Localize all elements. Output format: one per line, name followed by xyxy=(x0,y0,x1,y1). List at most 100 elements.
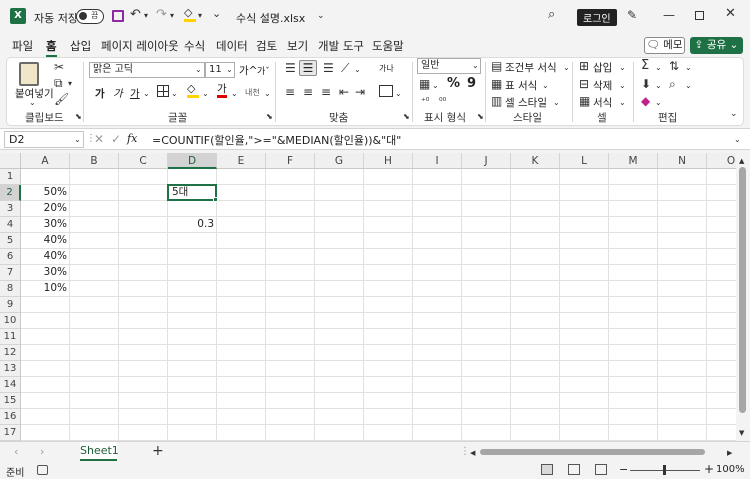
redo-icon[interactable]: ↷ xyxy=(156,8,167,21)
name-box-dropdown-icon[interactable]: ⌄ xyxy=(74,134,81,146)
cell-style-icon[interactable]: ▥ xyxy=(491,95,502,107)
border-icon[interactable] xyxy=(157,85,169,97)
cell-a8[interactable]: 10% xyxy=(21,281,70,297)
fill-dropdown-icon[interactable]: ⌄ xyxy=(655,80,662,92)
search-icon[interactable]: ⌕ xyxy=(548,8,555,21)
column-header-h[interactable]: H xyxy=(364,153,413,169)
decrease-decimal-icon[interactable]: ⁰⁰ xyxy=(439,96,446,108)
delete-cells-button[interactable]: 삭제 xyxy=(593,78,612,93)
column-header-j[interactable]: J xyxy=(462,153,511,169)
row-header-3[interactable]: 3 xyxy=(0,201,21,217)
row-header-17[interactable]: 17 xyxy=(0,425,21,441)
column-header-a[interactable]: A xyxy=(21,153,70,169)
sheet-tab-sheet1[interactable]: Sheet1 xyxy=(80,442,119,461)
border-dropdown-icon[interactable]: ⌄ xyxy=(171,88,178,100)
clear-dropdown-icon[interactable]: ⌄ xyxy=(655,97,662,109)
menu-help[interactable]: 도움말 xyxy=(372,38,404,54)
comma-button[interactable]: 9 xyxy=(467,76,476,91)
fill-icon[interactable]: ⬇ xyxy=(641,78,651,90)
horizontal-scroll-thumb[interactable] xyxy=(480,449,705,455)
sort-filter-dropdown-icon[interactable]: ⌄ xyxy=(685,62,692,74)
italic-button[interactable]: 가 xyxy=(113,86,123,101)
cell-a7[interactable]: 30% xyxy=(21,265,70,281)
cell-style-dropdown-icon[interactable]: ⌄ xyxy=(553,97,560,109)
row-header-7[interactable]: 7 xyxy=(0,265,21,281)
clear-icon[interactable]: ◆ xyxy=(641,95,650,107)
insert-cells-button[interactable]: 삽입 xyxy=(593,60,612,75)
ribbon-collapse-icon[interactable]: ⌄ xyxy=(730,108,738,120)
number-launcher-icon[interactable]: ⬊ xyxy=(477,111,484,123)
menu-page-layout[interactable]: 페이지 레이아웃 xyxy=(101,38,179,54)
column-header-e[interactable]: E xyxy=(217,153,266,169)
phonetic-icon[interactable]: 내천 xyxy=(245,87,260,98)
format-cells-dropdown-icon[interactable]: ⌄ xyxy=(619,97,626,109)
clipboard-launcher-icon[interactable]: ⬊ xyxy=(75,111,82,123)
insert-cells-dropdown-icon[interactable]: ⌄ xyxy=(619,62,626,74)
column-header-o[interactable]: O xyxy=(707,153,736,169)
next-sheet-icon[interactable]: › xyxy=(40,446,44,458)
column-header-l[interactable]: L xyxy=(560,153,609,169)
row-header-16[interactable]: 16 xyxy=(0,409,21,425)
font-color-icon[interactable]: 가 xyxy=(217,84,227,98)
bold-button[interactable]: 가 xyxy=(95,86,105,101)
row-header-6[interactable]: 6 xyxy=(0,249,21,265)
table-format-button[interactable]: 표 서식 xyxy=(505,78,537,93)
cell-d2[interactable]: 5대 xyxy=(167,184,217,201)
insert-cells-icon[interactable]: ⊞ xyxy=(579,60,589,72)
conditional-format-icon[interactable]: ▤ xyxy=(491,60,502,72)
cell-d4[interactable]: 0.3 xyxy=(168,217,217,233)
add-sheet-button[interactable]: + xyxy=(152,444,164,458)
row-header-15[interactable]: 15 xyxy=(0,393,21,409)
align-center-icon[interactable]: ≡ xyxy=(303,86,313,98)
accounting-icon[interactable]: ▦ xyxy=(419,78,430,90)
align-left-icon[interactable]: ≡ xyxy=(285,86,295,98)
row-header-9[interactable]: 9 xyxy=(0,297,21,313)
align-top-icon[interactable]: ☰ xyxy=(285,62,296,74)
select-all-corner[interactable] xyxy=(0,153,21,169)
fill-color-quick-icon[interactable]: ◇ xyxy=(184,7,196,22)
delete-cells-dropdown-icon[interactable]: ⌄ xyxy=(619,80,626,92)
memo-button[interactable]: 🗨 메모 xyxy=(644,37,685,54)
maximize-icon[interactable] xyxy=(695,11,704,20)
scroll-up-icon[interactable]: ▲ xyxy=(739,155,744,167)
menu-view[interactable]: 보기 xyxy=(287,38,308,54)
menu-review[interactable]: 검토 xyxy=(256,38,277,54)
table-format-icon[interactable]: ▦ xyxy=(491,78,502,90)
font-launcher-icon[interactable]: ⬊ xyxy=(266,111,273,123)
alignment-launcher-icon[interactable]: ⬊ xyxy=(403,111,410,123)
row-header-2[interactable]: 2 xyxy=(0,185,21,201)
row-header-10[interactable]: 10 xyxy=(0,313,21,329)
menu-data[interactable]: 데이터 xyxy=(216,38,248,54)
font-color-dropdown-icon[interactable]: ⌄ xyxy=(231,88,238,100)
table-format-dropdown-icon[interactable]: ⌄ xyxy=(542,80,549,92)
fill-color-dropdown-icon[interactable]: ▾ xyxy=(198,10,202,22)
expand-formula-icon[interactable]: ⌄ xyxy=(734,134,741,146)
align-right-icon[interactable]: ≡ xyxy=(321,86,331,98)
wrap-text-icon[interactable]: 가나 xyxy=(379,63,394,74)
column-header-c[interactable]: C xyxy=(119,153,168,169)
cell-a4[interactable]: 30% xyxy=(21,217,70,233)
prev-sheet-icon[interactable]: ‹ xyxy=(14,446,18,458)
share-button[interactable]: ⇪ 공유 ⌄ xyxy=(690,37,743,54)
enter-formula-icon[interactable]: ✓ xyxy=(111,133,121,145)
row-header-5[interactable]: 5 xyxy=(0,233,21,249)
find-select-dropdown-icon[interactable]: ⌄ xyxy=(685,80,692,92)
find-select-icon[interactable]: ⌕ xyxy=(669,78,676,90)
login-button[interactable]: 로그인 xyxy=(577,9,617,26)
fill-color-icon[interactable]: ◇ xyxy=(187,83,199,98)
page-break-view-icon[interactable] xyxy=(595,464,607,475)
customize-toolbar-icon[interactable]: ⌄ xyxy=(212,8,221,20)
zoom-slider-thumb[interactable] xyxy=(663,465,666,475)
align-middle-icon[interactable]: ☰ xyxy=(299,60,317,76)
row-header-14[interactable]: 14 xyxy=(0,377,21,393)
merge-center-icon[interactable] xyxy=(379,85,393,97)
undo-dropdown-icon[interactable]: ▾ xyxy=(144,10,148,22)
zoom-in-button[interactable]: + xyxy=(704,462,714,476)
accessibility-icon[interactable] xyxy=(37,465,48,475)
scroll-right-icon[interactable]: ▶ xyxy=(727,447,732,459)
save-icon[interactable] xyxy=(112,10,124,22)
pen-icon[interactable]: ✎ xyxy=(627,9,637,21)
menu-developer[interactable]: 개발 도구 xyxy=(318,38,364,54)
format-cells-icon[interactable]: ▦ xyxy=(579,95,590,107)
decrease-indent-icon[interactable]: ⇤ xyxy=(339,86,349,98)
